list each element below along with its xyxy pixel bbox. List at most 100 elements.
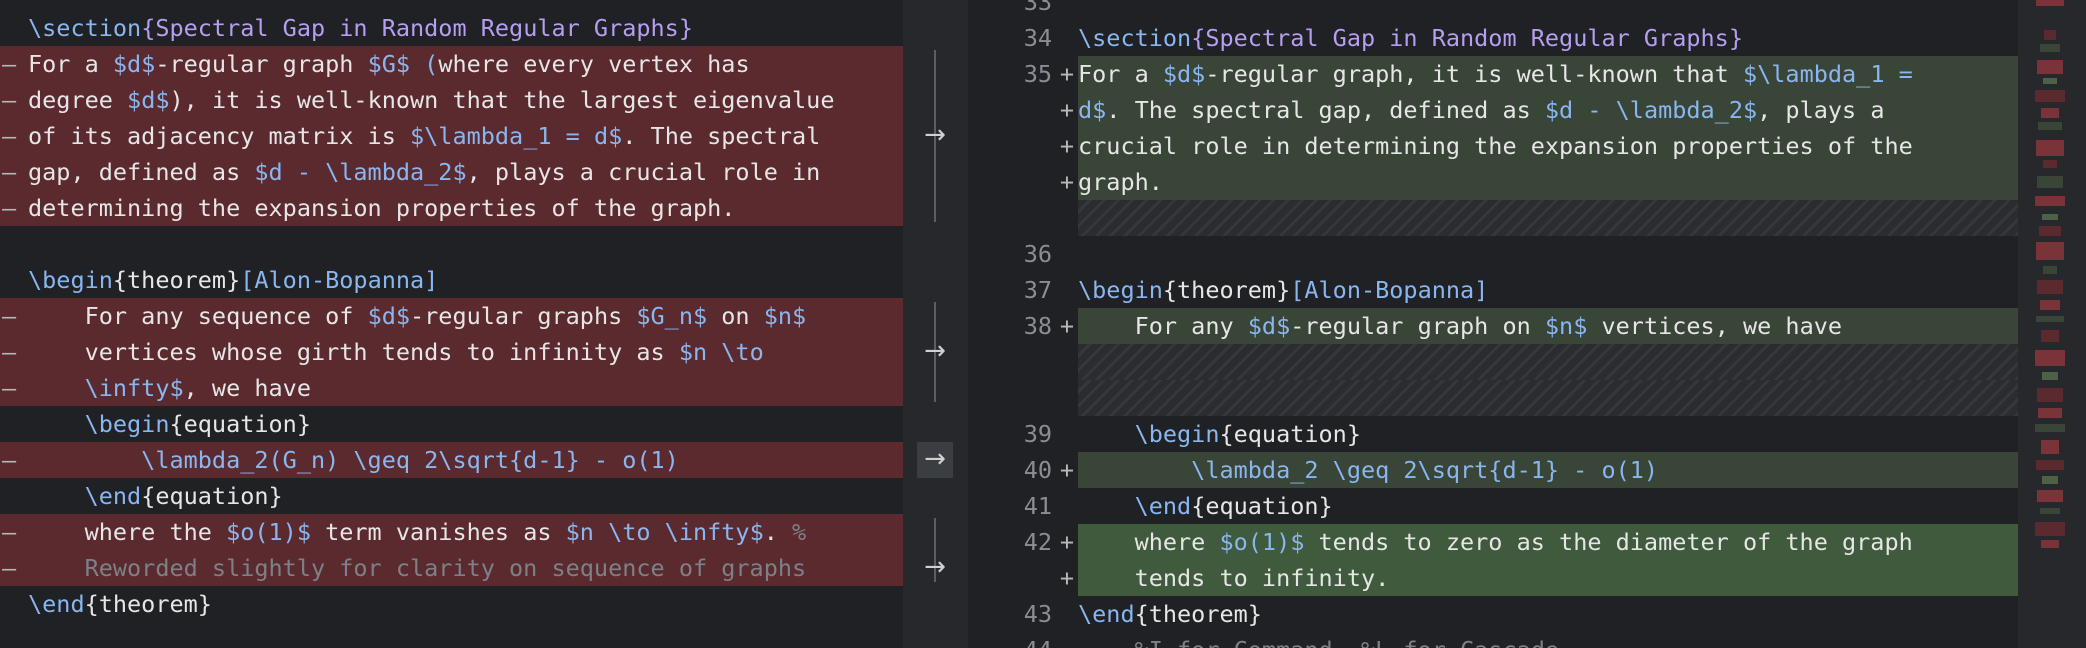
added-line[interactable]: 35 + For a $d$-regular graph, it is well-k… xyxy=(968,56,2018,92)
deleted-line[interactable]: — For any sequence of $d$-regular graphs… xyxy=(0,298,903,334)
line-code: %I for Command, %L for Cascade xyxy=(1078,632,1559,648)
deleted-line[interactable]: — gap, defined as $d - \lambda_2$, plays … xyxy=(0,154,903,190)
line-number: 38 + xyxy=(968,308,1078,344)
context-line[interactable]: \section{Spectral Gap in Random Regular … xyxy=(0,10,903,46)
added-line[interactable]: 42 + where $o(1)$ tends to zero as the di… xyxy=(968,524,2018,560)
deleted-line[interactable]: — of its adjacency matrix is $\lambda_1 =… xyxy=(0,118,903,154)
deleted-line[interactable]: — \lambda_2(G_n) \geq 2\sqrt{d-1} - o(1) xyxy=(0,442,903,478)
deletion-marker: — xyxy=(2,86,17,114)
code-token: d$ xyxy=(1078,96,1107,124)
code-token: {theorem} xyxy=(1134,600,1262,628)
diff-minimap[interactable] xyxy=(2018,0,2086,648)
added-line[interactable]: 38 + For any $d$-regular graph on $n$ ver… xyxy=(968,308,2018,344)
addition-marker: + xyxy=(1059,60,1074,88)
code-token: $d - \lambda_2$ xyxy=(1544,96,1758,124)
line-code: graph. xyxy=(1078,164,1163,200)
context-line[interactable]: \end{equation} xyxy=(0,478,903,514)
context-line[interactable]: \end{theorem} xyxy=(0,586,903,622)
code-token: term vanishes as xyxy=(310,518,566,546)
code-token: $d$ xyxy=(1247,312,1291,340)
line-number-text: 44 xyxy=(1024,632,1052,648)
addition-marker: + xyxy=(1059,528,1074,556)
context-line[interactable]: 37 \begin{theorem}[Alon-Bopanna] xyxy=(968,272,2018,308)
line-code: \infty$, we have xyxy=(28,370,311,406)
code-token: {Spectral Gap in Random Regular Graphs} xyxy=(1191,24,1743,52)
left-diff-pane[interactable]: \section{Spectral Gap in Random Regular … xyxy=(0,0,903,648)
line-number-text: 33 xyxy=(1023,0,1052,16)
deleted-line[interactable]: — \infty$, we have xyxy=(0,370,903,406)
code-token: [Alon-Bopanna] xyxy=(1290,276,1489,304)
code-token: -regular graphs xyxy=(410,302,637,330)
context-line[interactable]: \begin{equation} xyxy=(0,406,903,442)
line-number-text: 41 xyxy=(1023,492,1052,520)
code-token: determining the expansion properties of … xyxy=(28,194,736,222)
code-token: vertices, we have xyxy=(1587,312,1843,340)
line-code: \end{theorem} xyxy=(1078,596,1262,632)
alignment-filler xyxy=(1078,344,2018,380)
context-line[interactable]: 41 \end{equation} xyxy=(968,488,2018,524)
code-token: [Alon-Bopanna] xyxy=(240,266,439,294)
deleted-line[interactable]: — determining the expansion properties of… xyxy=(0,190,903,226)
line-code: degree $d$), it is well-known that the l… xyxy=(28,82,834,118)
added-line[interactable]: + graph. xyxy=(968,164,2018,200)
line-code: For any $d$-regular graph on $n$ vertice… xyxy=(1078,308,1842,344)
context-line[interactable]: \begin{theorem}[Alon-Bopanna] xyxy=(0,262,903,298)
code-token: \lambda_2(G_n) \geq 2\sqrt{d-1} - o(1) xyxy=(28,446,679,474)
context-line[interactable]: 33 xyxy=(968,0,2018,20)
code-token: . The spectral gap, defined as xyxy=(1106,96,1545,124)
line-number: 43 xyxy=(968,596,1078,632)
context-line[interactable]: 39 \begin{equation} xyxy=(968,416,2018,452)
deletion-marker: — xyxy=(2,554,17,582)
line-code: where the $o(1)$ term vanishes as $n \to… xyxy=(28,514,807,550)
line-number: + xyxy=(968,128,1078,164)
line-number: + xyxy=(968,560,1078,596)
line-code: \begin{equation} xyxy=(28,406,311,442)
code-token: where xyxy=(1078,528,1220,556)
minimap-change-block xyxy=(2036,242,2064,260)
minimap-change-block xyxy=(2036,460,2064,470)
code-token: For any xyxy=(1078,312,1248,340)
line-number-text: 42 xyxy=(1023,528,1052,556)
context-line[interactable] xyxy=(0,226,903,262)
minimap-change-block xyxy=(2041,440,2059,454)
code-token: vertices whose girth tends to infinity a… xyxy=(28,338,679,366)
code-token: {equation} xyxy=(169,410,311,438)
deletion-marker: — xyxy=(2,374,17,402)
added-line[interactable]: 40 + \lambda_2 \geq 2\sqrt{d-1} - o(1) xyxy=(968,452,2018,488)
line-code: For a $d$-regular graph, it is well-know… xyxy=(1078,56,1913,92)
minimap-change-block xyxy=(2035,522,2065,536)
context-line[interactable]: 36 xyxy=(968,236,2018,272)
added-line[interactable]: + crucial role in determining the expansi… xyxy=(968,128,2018,164)
deletion-marker: — xyxy=(2,338,17,366)
deletion-marker: — xyxy=(2,518,17,546)
code-token: , plays a xyxy=(1757,96,1885,124)
code-token: %I for Command, %L for Cascade xyxy=(1078,636,1559,648)
context-line[interactable]: 34 \section{Spectral Gap in Random Regula… xyxy=(968,20,2018,56)
right-diff-pane[interactable]: 33 34 \section{Spectral Gap in Random Regu… xyxy=(968,0,2018,648)
deleted-line[interactable]: — vertices whose girth tends to infinity… xyxy=(0,334,903,370)
revert-hunk-arrow-icon[interactable]: → xyxy=(917,442,953,478)
deleted-line[interactable]: — degree $d$), it is well-known that the … xyxy=(0,82,903,118)
code-token: $o(1)$ xyxy=(1219,528,1305,556)
deleted-line[interactable]: — Reworded slightly for clarity on seque… xyxy=(0,550,903,586)
minimap-change-block xyxy=(2044,30,2056,40)
minimap-change-block xyxy=(2041,108,2059,118)
minimap-change-block xyxy=(2040,44,2060,52)
line-number-text: 43 xyxy=(1023,600,1052,628)
context-line[interactable]: 44 %I for Command, %L for Cascade xyxy=(968,632,2018,648)
code-token: $n \to \infty$ xyxy=(565,518,764,546)
line-code: For any sequence of $d$-regular graphs $… xyxy=(28,298,807,334)
deleted-line[interactable]: — where the $o(1)$ term vanishes as $n \… xyxy=(0,514,903,550)
line-number-text: 40 xyxy=(1023,456,1052,484)
line-number-text: 39 xyxy=(1023,420,1052,448)
revert-hunk-arrow-icon[interactable]: → xyxy=(917,334,953,370)
added-line[interactable]: + d$. The spectral gap, defined as $d - \… xyxy=(968,92,2018,128)
revert-hunk-arrow-icon[interactable]: → xyxy=(917,550,953,586)
deleted-line[interactable]: — For a $d$-regular graph $G$ (where ever… xyxy=(0,46,903,82)
minimap-change-block xyxy=(2038,408,2062,418)
minimap-change-block xyxy=(2043,266,2057,274)
code-token: $G_n$ xyxy=(636,302,708,330)
context-line[interactable]: 43 \end{theorem} xyxy=(968,596,2018,632)
revert-hunk-arrow-icon[interactable]: → xyxy=(917,118,953,154)
added-line[interactable]: + tends to infinity. xyxy=(968,560,2018,596)
